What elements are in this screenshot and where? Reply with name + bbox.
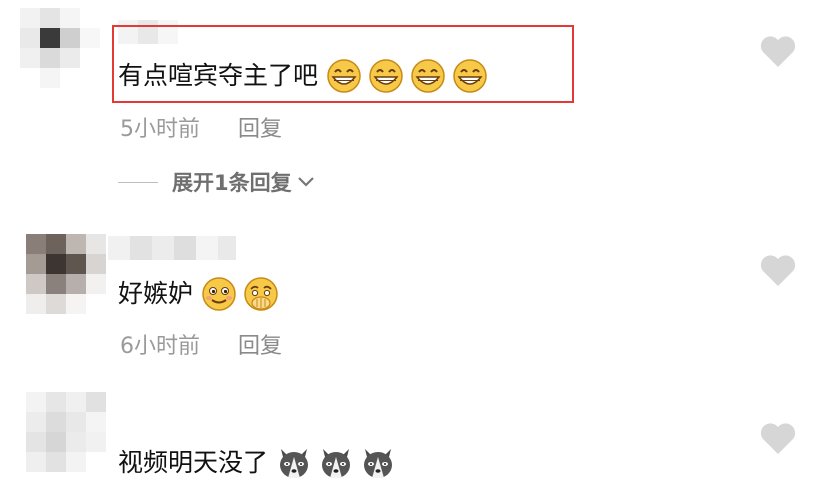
husky-emoji-icon <box>322 449 351 478</box>
avatar[interactable] <box>26 392 106 472</box>
comment-content: 视频明天没了 <box>118 445 396 481</box>
comment-time: 5小时前 <box>120 117 200 142</box>
like-heart-icon[interactable] <box>758 252 798 288</box>
comment-text: 好嫉妒 <box>118 279 194 308</box>
username-blurred[interactable] <box>108 236 236 260</box>
husky-emoji-icon <box>364 449 393 478</box>
reply-button[interactable]: 回复 <box>238 328 282 360</box>
reply-button[interactable]: 回复 <box>238 111 282 143</box>
expand-replies-label: 展开1条回复 <box>172 171 292 195</box>
like-heart-icon[interactable] <box>758 33 798 69</box>
avatar[interactable] <box>20 8 100 88</box>
comment-meta: 6小时前 回复 <box>120 328 282 360</box>
comment-text: 视频明天没了 <box>118 448 269 477</box>
highlight-box <box>112 25 574 103</box>
cover-mouth-emoji-icon <box>244 277 278 311</box>
husky-emoji-icon <box>280 449 309 478</box>
comment-time: 6小时前 <box>120 334 200 359</box>
smile-emoji-icon <box>202 277 236 311</box>
chevron-down-icon <box>297 177 314 187</box>
avatar[interactable] <box>26 234 106 314</box>
expand-divider <box>118 181 158 183</box>
comment-meta: 5小时前 回复 <box>120 111 282 143</box>
comment-content: 好嫉妒 <box>118 276 279 312</box>
expand-replies-button[interactable]: 展开1条回复 <box>118 167 316 197</box>
like-heart-icon[interactable] <box>758 420 798 456</box>
